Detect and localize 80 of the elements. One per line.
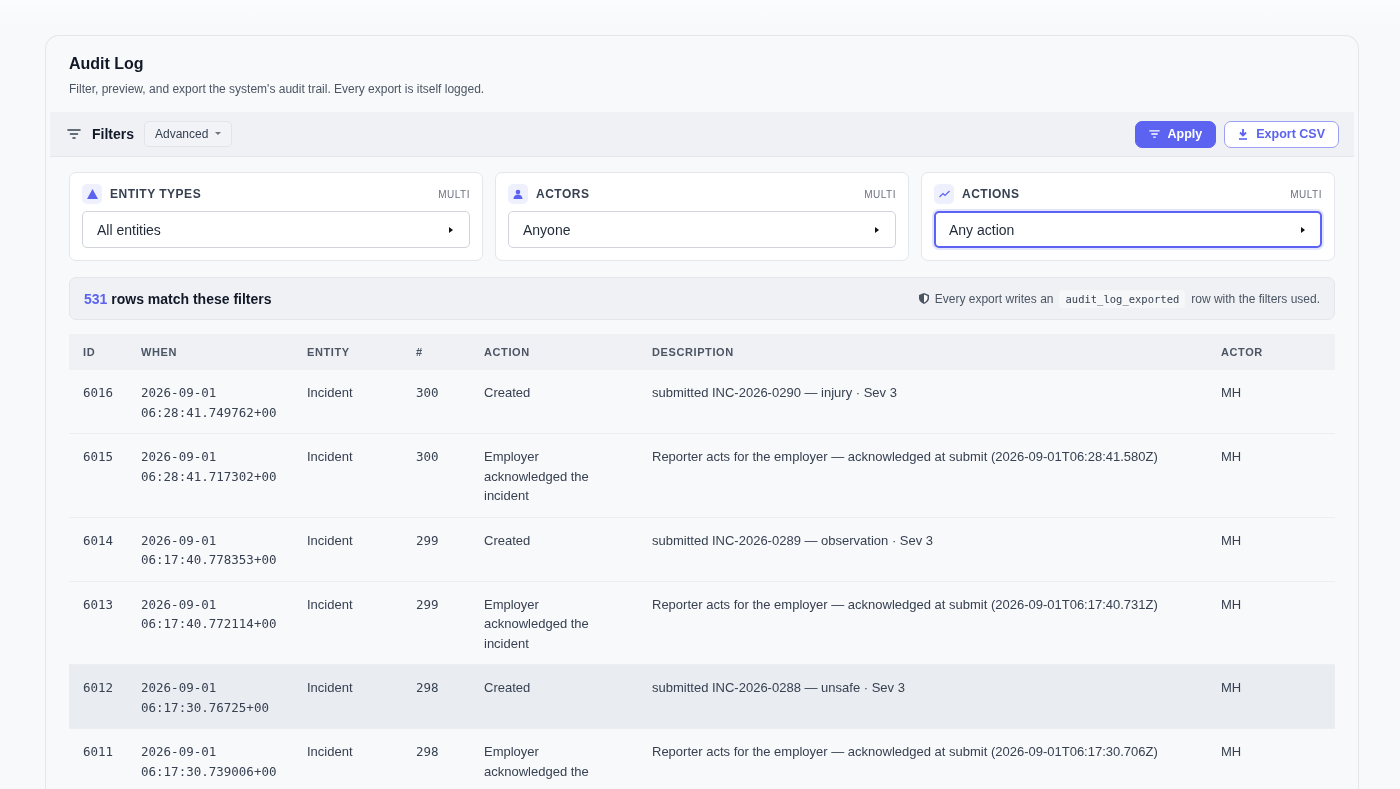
table-cell: submitted INC-2026-0290 — injury · Sev 3 (652, 385, 897, 400)
table-cell-text: Employer acknowledged the incident (484, 448, 590, 505)
table-cell: Incident (307, 385, 353, 400)
table-cell: Incident (307, 744, 353, 759)
table-cell-text: Created (484, 384, 531, 402)
column-header: ACTION (484, 346, 530, 358)
table-cell: MH (1221, 385, 1242, 400)
filter-label: ACTORS (536, 187, 590, 201)
trend-icon (934, 184, 954, 204)
caret-icon (449, 226, 453, 233)
table-cell: 2026-09-01 06:28:41.717302+00 (141, 449, 277, 484)
table-cell: 2026-09-01 06:17:30.739006+00 (141, 744, 277, 779)
table-cell: submitted INC-2026-0288 — unsafe · Sev 3 (652, 680, 905, 695)
table-row[interactable]: 6012 2026-09-01 06:17:30.76725+00 Incident 298 Created submitted INC-2026-0288 — unsafe · Sev 3 MH (69, 665, 1335, 729)
table-cell: 2026-09-01 06:17:30.76725+00 (141, 680, 269, 715)
table-cell: 6015 (83, 449, 114, 464)
table-cell: MH (1221, 449, 1242, 464)
table-cell: 6011 (83, 744, 114, 759)
table-cell: Reporter acts for the employer — acknowledged at submit (2026-09-01T06:17:40.731Z) (652, 596, 1158, 612)
table-cell-text: Created (484, 531, 531, 550)
caret-icon (875, 226, 879, 233)
table-cell: 2026-09-01 06:17:40.778353+00 (141, 532, 277, 567)
table-cell: Incident (307, 449, 353, 464)
filter-select[interactable]: Anyone (508, 211, 896, 248)
filter-select[interactable]: Any action (934, 211, 1322, 248)
shield-icon (918, 293, 929, 304)
filter-icon (67, 129, 81, 139)
table-cell: 6016 (83, 385, 114, 400)
column-header: ACTOR (1221, 346, 1263, 358)
person-icon (508, 184, 528, 204)
column-header: ID (83, 346, 96, 358)
warning-icon (82, 184, 102, 204)
table-cell: 299 (416, 596, 439, 612)
table-cell-text: Employer acknowledged the incident (484, 595, 590, 653)
table-cell: 6013 (83, 596, 114, 612)
table-cell: MH (1221, 744, 1242, 759)
export-button[interactable]: Export CSV (1224, 120, 1339, 148)
table-cell: MH (1221, 596, 1242, 612)
table-cell: Reporter acts for the employer — acknowledged at submit (2026-09-01T06:17:30.706Z) (652, 744, 1158, 759)
table-cell: 298 (416, 680, 439, 695)
filter-label: ENTITY TYPES (110, 187, 202, 201)
table-cell: submitted INC-2026-0289 — observation · Sev 3 (652, 532, 934, 548)
filter-select[interactable]: All entities (82, 211, 470, 248)
table-cell: Reporter acts for the employer — acknowledged at submit (2026-09-01T06:28:41.580Z) (652, 449, 1158, 464)
download-icon (1238, 128, 1249, 140)
caret-icon (215, 132, 222, 136)
caret-icon (1301, 226, 1305, 233)
table-cell: 6014 (83, 532, 114, 548)
filter-icon (1148, 130, 1160, 138)
table-cell: Incident (307, 596, 353, 612)
multi-label: MULTI (864, 188, 896, 200)
page-title: Audit Log (69, 55, 145, 73)
export-note: row with the filters used. (1191, 291, 1320, 306)
table-cell: 300 (416, 449, 439, 464)
multi-label: MULTI (438, 188, 470, 200)
table-cell-text: Created (484, 679, 531, 697)
table-cell: 299 (416, 532, 439, 548)
column-header: WHEN (141, 346, 177, 358)
table-cell: Incident (307, 680, 353, 695)
table-cell-text: Employer acknowledged the (484, 743, 590, 781)
table-cell: 6012 (83, 680, 114, 695)
export-note: Every export writes an (934, 291, 1054, 306)
multi-label: MULTI (1290, 188, 1322, 200)
filter-label: ACTIONS (962, 187, 1020, 201)
event-code: audit_log_exported (1059, 289, 1186, 308)
advanced-dropdown[interactable]: Advanced (144, 121, 233, 147)
table-cell: 2026-09-01 06:28:41.749762+00 (141, 385, 277, 420)
table-cell: 2026-09-01 06:17:40.772114+00 (141, 596, 277, 631)
table-cell: MH (1221, 532, 1242, 548)
table-cell: 298 (416, 744, 439, 759)
page-subtitle: Filter, preview, and export the system's audit trail. Every export is itself logged. (69, 82, 486, 96)
filters-title: Filters (92, 126, 134, 142)
table-cell: 300 (416, 385, 439, 400)
table-cell: MH (1221, 680, 1242, 695)
apply-button[interactable]: Apply (1134, 120, 1217, 148)
column-header: ENTITY (307, 346, 350, 358)
table-cell: Incident (307, 532, 353, 548)
column-header: DESCRIPTION (652, 346, 734, 358)
column-header: # (416, 346, 423, 358)
match-count: 531 rows match these filters (84, 290, 272, 307)
